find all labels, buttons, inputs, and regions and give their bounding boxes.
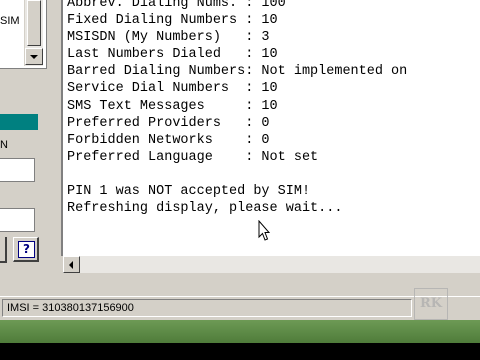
help-button[interactable]: ? (13, 237, 39, 262)
selected-item-highlight[interactable] (0, 114, 38, 130)
scrollbar-track[interactable] (80, 256, 480, 273)
output-lines: Abbrev. Dialing Nums. : 100 Fixed Dialing… (67, 0, 407, 217)
status-panel: IMSI = 310380137156900 (2, 299, 412, 317)
output-line: Abbrev. Dialing Nums. : 100 (67, 0, 286, 11)
imsi-status-text: IMSI = 310380137156900 (7, 302, 134, 314)
desktop-background (0, 320, 480, 343)
pin-label: N (0, 139, 8, 151)
output-line: Last Numbers Dialed : 10 (67, 47, 278, 63)
scroll-down-arrow-icon[interactable] (25, 48, 43, 65)
output-line: SMS Text Messages : 10 (67, 98, 278, 114)
output-line: Preferred Providers : 0 (67, 115, 270, 131)
output-line: Preferred Language : Not set (67, 149, 319, 165)
output-line: Refreshing display, please wait... (67, 201, 343, 217)
application-window: SIM N ? Abbrev. Dialing Nums. : 100 Fixed… (0, 0, 480, 343)
list-vertical-scrollbar[interactable] (24, 0, 43, 66)
letterbox-bar (0, 343, 480, 360)
output-line: Barred Dialing Numbers: Not implemented … (67, 64, 408, 80)
sim-label: SIM (0, 15, 20, 27)
pin-input[interactable] (0, 158, 35, 182)
output-line: Forbidden Networks : 0 (67, 132, 270, 148)
output-line: Fixed Dialing Numbers : 10 (67, 13, 278, 29)
scrollbar-thumb[interactable] (27, 0, 41, 46)
status-bar: IMSI = 310380137156900 (0, 296, 480, 321)
text-cursor-icon (258, 220, 270, 241)
action-button[interactable] (0, 237, 7, 263)
output-line: PIN 1 was NOT accepted by SIM! (67, 184, 311, 200)
secondary-input[interactable] (0, 208, 35, 232)
watermark-logo: RK (414, 288, 448, 320)
scroll-left-arrow-icon[interactable] (63, 256, 80, 273)
output-text-area[interactable]: Abbrev. Dialing Nums. : 100 Fixed Dialing… (61, 0, 480, 256)
output-line: Service Dial Numbers : 10 (67, 81, 278, 97)
output-horizontal-scrollbar[interactable] (61, 256, 480, 273)
output-line: MSISDN (My Numbers) : 3 (67, 30, 270, 46)
help-icon: ? (18, 241, 35, 258)
